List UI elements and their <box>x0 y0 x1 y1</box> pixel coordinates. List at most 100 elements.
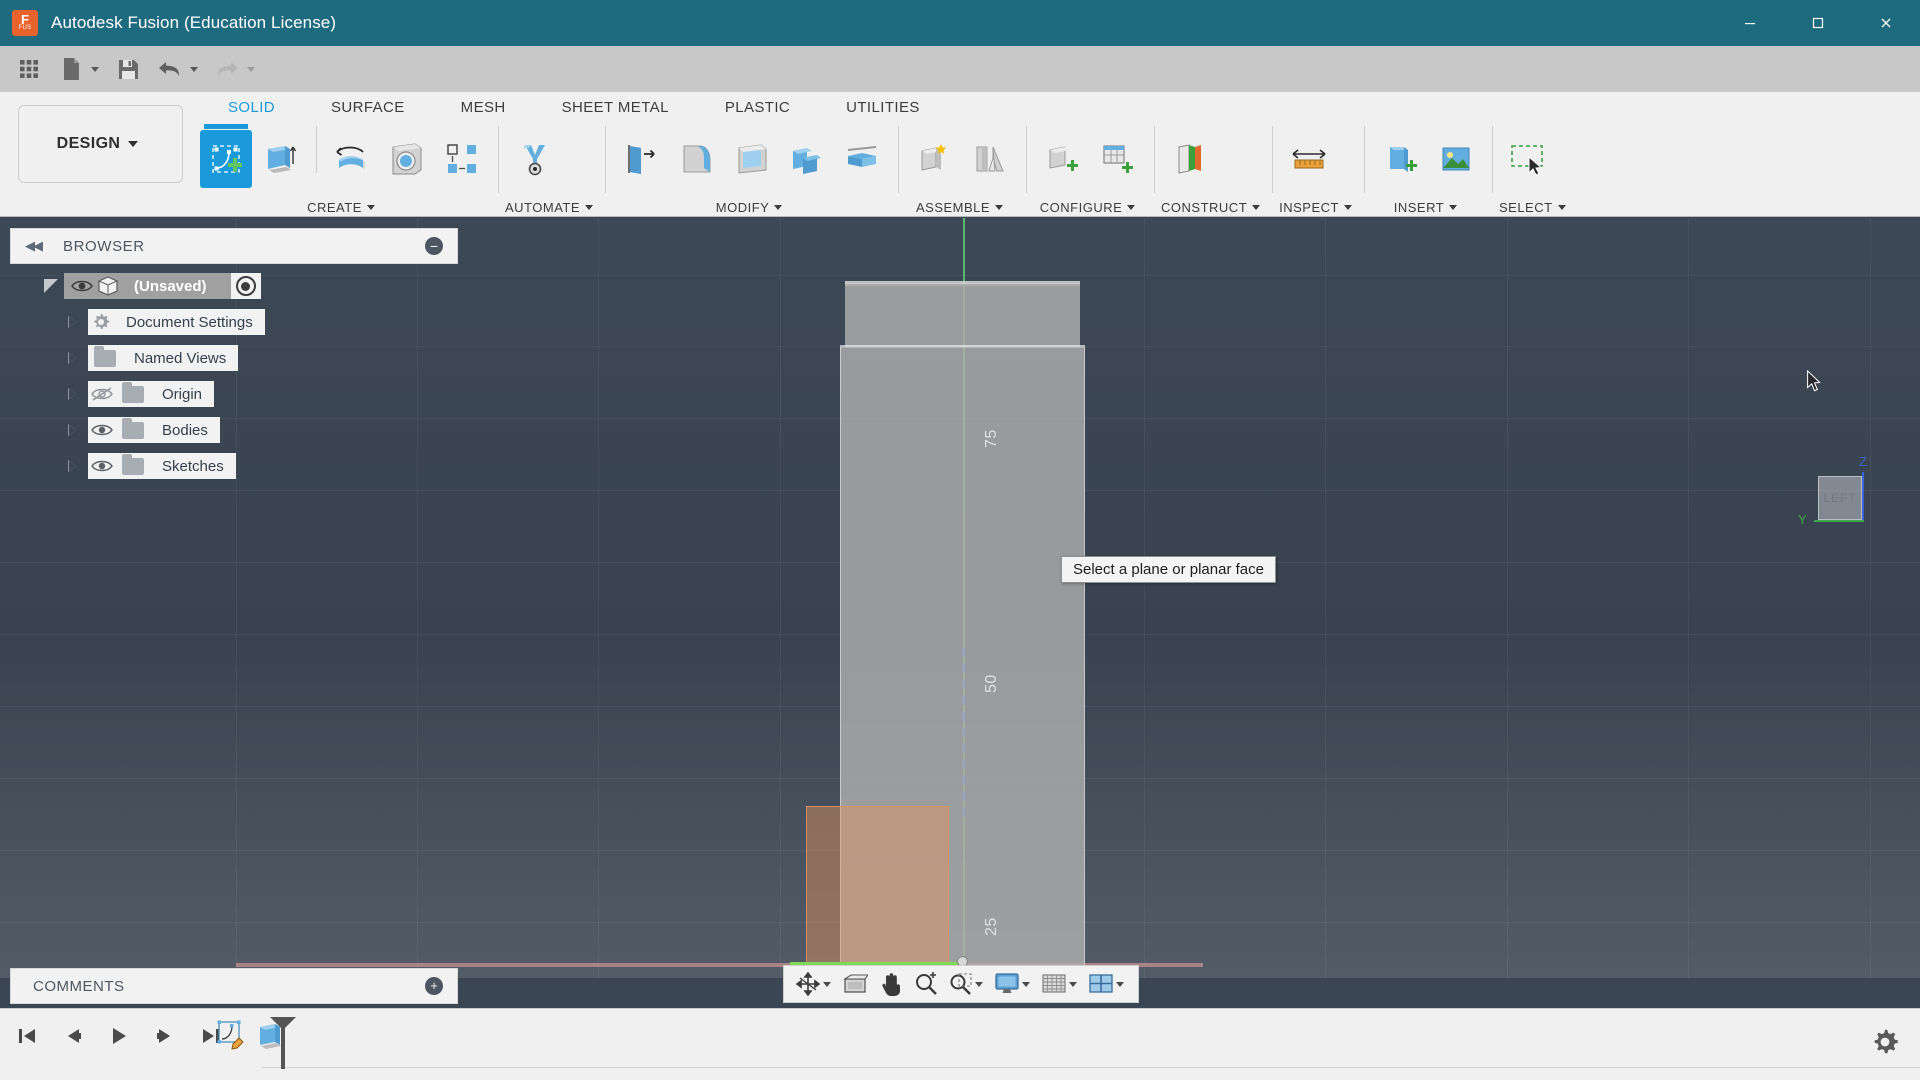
minimize-button[interactable] <box>1716 0 1784 46</box>
tab-utilities[interactable]: UTILITIES <box>818 95 948 119</box>
panel-configure-text: CONFIGURE <box>1039 199 1123 215</box>
panel-construct: CONSTRUCT <box>1161 120 1266 217</box>
browser-node-named-views[interactable]: Named Views <box>10 340 458 376</box>
close-button[interactable] <box>1852 0 1920 46</box>
tab-surface[interactable]: SURFACE <box>303 95 433 119</box>
zoom-window-button[interactable] <box>944 968 988 1000</box>
gear-icon <box>88 309 114 335</box>
tool-offset-plane[interactable] <box>1165 130 1217 188</box>
view-cube[interactable]: LEFT Z Y <box>1798 454 1882 528</box>
orbit-button[interactable] <box>790 968 836 1000</box>
view-cube-face[interactable]: LEFT <box>1818 476 1862 520</box>
pan-button[interactable] <box>874 968 908 1000</box>
tool-canvas[interactable] <box>1430 130 1482 188</box>
solid-body-cap[interactable] <box>845 283 1080 347</box>
visibility-toggle-icon[interactable] <box>68 275 96 297</box>
step-forward-button[interactable] <box>148 1019 182 1053</box>
revolve-icon <box>336 146 365 170</box>
tool-automated-modeling[interactable] <box>509 130 561 188</box>
timeline-sketch-feature[interactable] <box>212 1015 252 1055</box>
app-grid-button[interactable] <box>10 50 48 88</box>
combine-icon <box>793 147 822 174</box>
tool-joint[interactable] <box>964 130 1016 188</box>
select-window-icon <box>1511 144 1543 175</box>
tool-hole[interactable] <box>381 130 433 188</box>
panel-construct-label[interactable]: CONSTRUCT <box>1161 197 1266 217</box>
tool-combine[interactable] <box>781 130 833 188</box>
viewport-tooltip: Select a plane or planar face <box>1061 556 1276 583</box>
tool-revolve[interactable] <box>326 130 378 188</box>
grid-icon <box>20 60 38 78</box>
expand-arrow-icon[interactable] <box>68 424 76 436</box>
tab-sheet-metal[interactable]: SHEET METAL <box>534 95 697 119</box>
expand-arrow-icon[interactable] <box>68 388 76 400</box>
undo-button[interactable] <box>151 50 204 88</box>
tab-mesh[interactable]: MESH <box>433 95 534 119</box>
timeline-playhead[interactable] <box>281 1021 285 1069</box>
zoom-button[interactable] <box>909 968 943 1000</box>
visibility-toggle-icon[interactable] <box>88 383 116 405</box>
add-comment-button[interactable]: + <box>425 977 443 995</box>
visibility-toggle-icon[interactable] <box>88 455 116 477</box>
expand-arrow-icon[interactable] <box>68 316 76 328</box>
tool-insert-derive[interactable] <box>1375 130 1427 188</box>
browser-node-bodies[interactable]: Bodies <box>10 412 458 448</box>
expand-arrow-icon[interactable] <box>68 352 76 364</box>
tool-new-component[interactable] <box>909 130 961 188</box>
browser-node-origin[interactable]: Origin <box>10 376 458 412</box>
tool-shell[interactable] <box>726 130 778 188</box>
save-button[interactable] <box>109 50 147 88</box>
expand-arrow-icon[interactable] <box>44 279 58 293</box>
tool-press-pull[interactable] <box>616 130 668 188</box>
timeline-bar <box>0 1008 1920 1080</box>
panel-configure-label[interactable]: CONFIGURE <box>1033 197 1148 217</box>
visibility-toggle-icon[interactable] <box>88 419 116 441</box>
panel-automate-label[interactable]: AUTOMATE <box>505 197 599 217</box>
tool-fillet[interactable] <box>671 130 723 188</box>
chevron-down-icon <box>995 204 1004 210</box>
play-forward-button[interactable] <box>102 1019 136 1053</box>
look-at-button[interactable] <box>837 968 873 1000</box>
tool-configuration[interactable] <box>1037 130 1089 188</box>
panel-inspect-label[interactable]: INSPECT <box>1279 197 1358 217</box>
browser-node-root[interactable]: (Unsaved) <box>10 268 458 304</box>
comments-panel[interactable]: COMMENTS + <box>10 968 458 1004</box>
tab-plastic[interactable]: PLASTIC <box>697 95 818 119</box>
panel-select-label[interactable]: SELECT <box>1499 197 1572 217</box>
step-back-button[interactable] <box>56 1019 90 1053</box>
panel-assemble-label[interactable]: ASSEMBLE <box>905 197 1020 217</box>
browser-minimize-button[interactable]: − <box>425 237 443 255</box>
new-document-button[interactable] <box>52 50 105 88</box>
maximize-button[interactable] <box>1784 0 1852 46</box>
timeline-settings-button[interactable] <box>1870 1027 1904 1061</box>
sketch-profile[interactable] <box>806 806 949 964</box>
pattern-icon <box>447 143 476 173</box>
tool-measure[interactable] <box>1283 130 1335 188</box>
tool-configuration-table[interactable] <box>1092 130 1144 188</box>
tool-pattern[interactable] <box>436 130 488 188</box>
tool-split-body[interactable] <box>836 130 888 188</box>
display-settings-button[interactable] <box>989 968 1035 1000</box>
redo-button[interactable] <box>208 50 261 88</box>
panel-modify-label[interactable]: MODIFY <box>612 197 892 217</box>
viewport-layout-button[interactable] <box>1083 968 1129 1000</box>
grid-snaps-button[interactable] <box>1036 968 1082 1000</box>
step-forward-icon <box>157 1029 170 1043</box>
tool-create-sketch[interactable] <box>200 123 252 188</box>
activate-component-radio[interactable] <box>235 276 256 296</box>
browser-collapse-button[interactable]: ◀◀ <box>25 238 43 254</box>
fusion-application-window: F FUS Autodesk Fusion (Education License… <box>0 0 1920 1080</box>
tool-extrude[interactable] <box>255 130 307 188</box>
go-to-beginning-button[interactable] <box>10 1019 44 1053</box>
panel-insert-label[interactable]: INSERT <box>1371 197 1486 217</box>
gear-icon <box>1874 1029 1898 1054</box>
measure-icon <box>1292 148 1326 168</box>
workspace-selector[interactable]: DESIGN <box>18 105 183 183</box>
browser-node-document-settings[interactable]: Document Settings <box>10 304 458 340</box>
expand-arrow-icon[interactable] <box>68 460 76 472</box>
tool-select-window[interactable] <box>1503 130 1555 188</box>
tab-solid[interactable]: SOLID <box>200 95 303 119</box>
timeline-track[interactable] <box>262 1067 1920 1068</box>
browser-node-sketches[interactable]: Sketches <box>10 448 458 484</box>
panel-create-label[interactable]: CREATE <box>196 197 492 217</box>
